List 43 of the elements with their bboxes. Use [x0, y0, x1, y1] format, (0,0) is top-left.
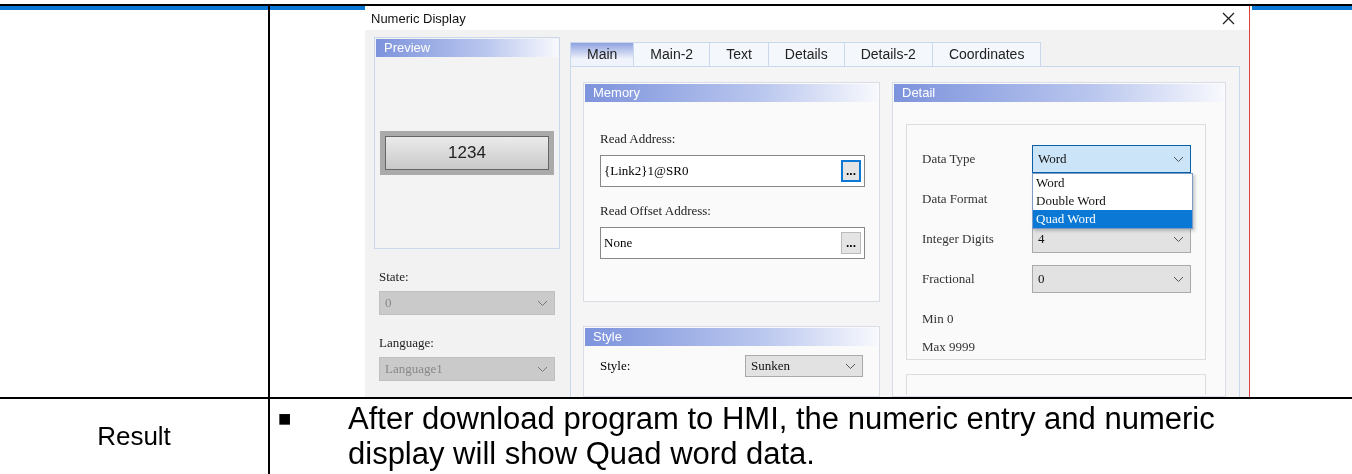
style-dropdown[interactable]: Sunken — [745, 355, 863, 377]
chevron-icon — [537, 365, 548, 373]
field-label: Integer Digits — [922, 231, 995, 247]
chevron-icon — [845, 362, 856, 370]
dropdown-option[interactable]: Word — [1033, 174, 1192, 192]
address-field[interactable]: None ... — [600, 227, 865, 259]
field-label: Data Type — [922, 151, 977, 167]
browse-button[interactable]: ... — [841, 232, 861, 254]
numeric-display-preview: 1234 — [380, 131, 554, 175]
field-label: Language: — [379, 335, 435, 351]
tab[interactable]: Text — [709, 42, 769, 66]
dropdown[interactable]: 0 — [1032, 265, 1191, 293]
chevron-icon — [1173, 235, 1184, 243]
group-header: Preview — [376, 39, 558, 57]
address-field[interactable]: {Link2}1@SR0 ... — [600, 155, 865, 187]
chevron-icon — [537, 299, 548, 307]
tab[interactable]: Main — [570, 42, 635, 66]
field-label: Style: — [600, 358, 631, 374]
row-label: Result — [97, 421, 171, 452]
field-label: Read Address: — [600, 131, 677, 147]
bullet-mark: ■ — [278, 405, 293, 433]
min-value: Min 0 — [922, 311, 955, 327]
dropdown[interactable]: Word — [1032, 145, 1191, 173]
field-label: Fractional — [922, 271, 976, 287]
group-header: Style — [585, 328, 878, 346]
result-text: After download program to HMI, the numeric entry and numeric display will show Quad word data. — [348, 401, 1216, 473]
window-title: Numeric Display — [371, 10, 466, 26]
tab[interactable]: Details-2 — [843, 42, 933, 66]
tab[interactable]: Coordinates — [931, 42, 1042, 66]
group-header: Memory — [585, 84, 878, 102]
field-label: Read Offset Address: — [600, 203, 712, 219]
dropdown-option[interactable]: Quad Word — [1033, 210, 1192, 228]
browse-button[interactable]: ... — [841, 160, 861, 182]
field-label: State: — [379, 269, 410, 285]
tab[interactable]: Main-2 — [633, 42, 711, 66]
max-value: Max 9999 — [922, 339, 977, 355]
group-header: Detail — [894, 84, 1224, 102]
close-icon[interactable] — [1222, 11, 1235, 25]
field-label: Data Format — [922, 191, 989, 207]
chevron-icon — [1173, 275, 1184, 283]
chevron-icon — [1173, 155, 1184, 163]
tab[interactable]: Details — [767, 42, 845, 66]
dropdown-option[interactable]: Double Word — [1033, 192, 1192, 210]
